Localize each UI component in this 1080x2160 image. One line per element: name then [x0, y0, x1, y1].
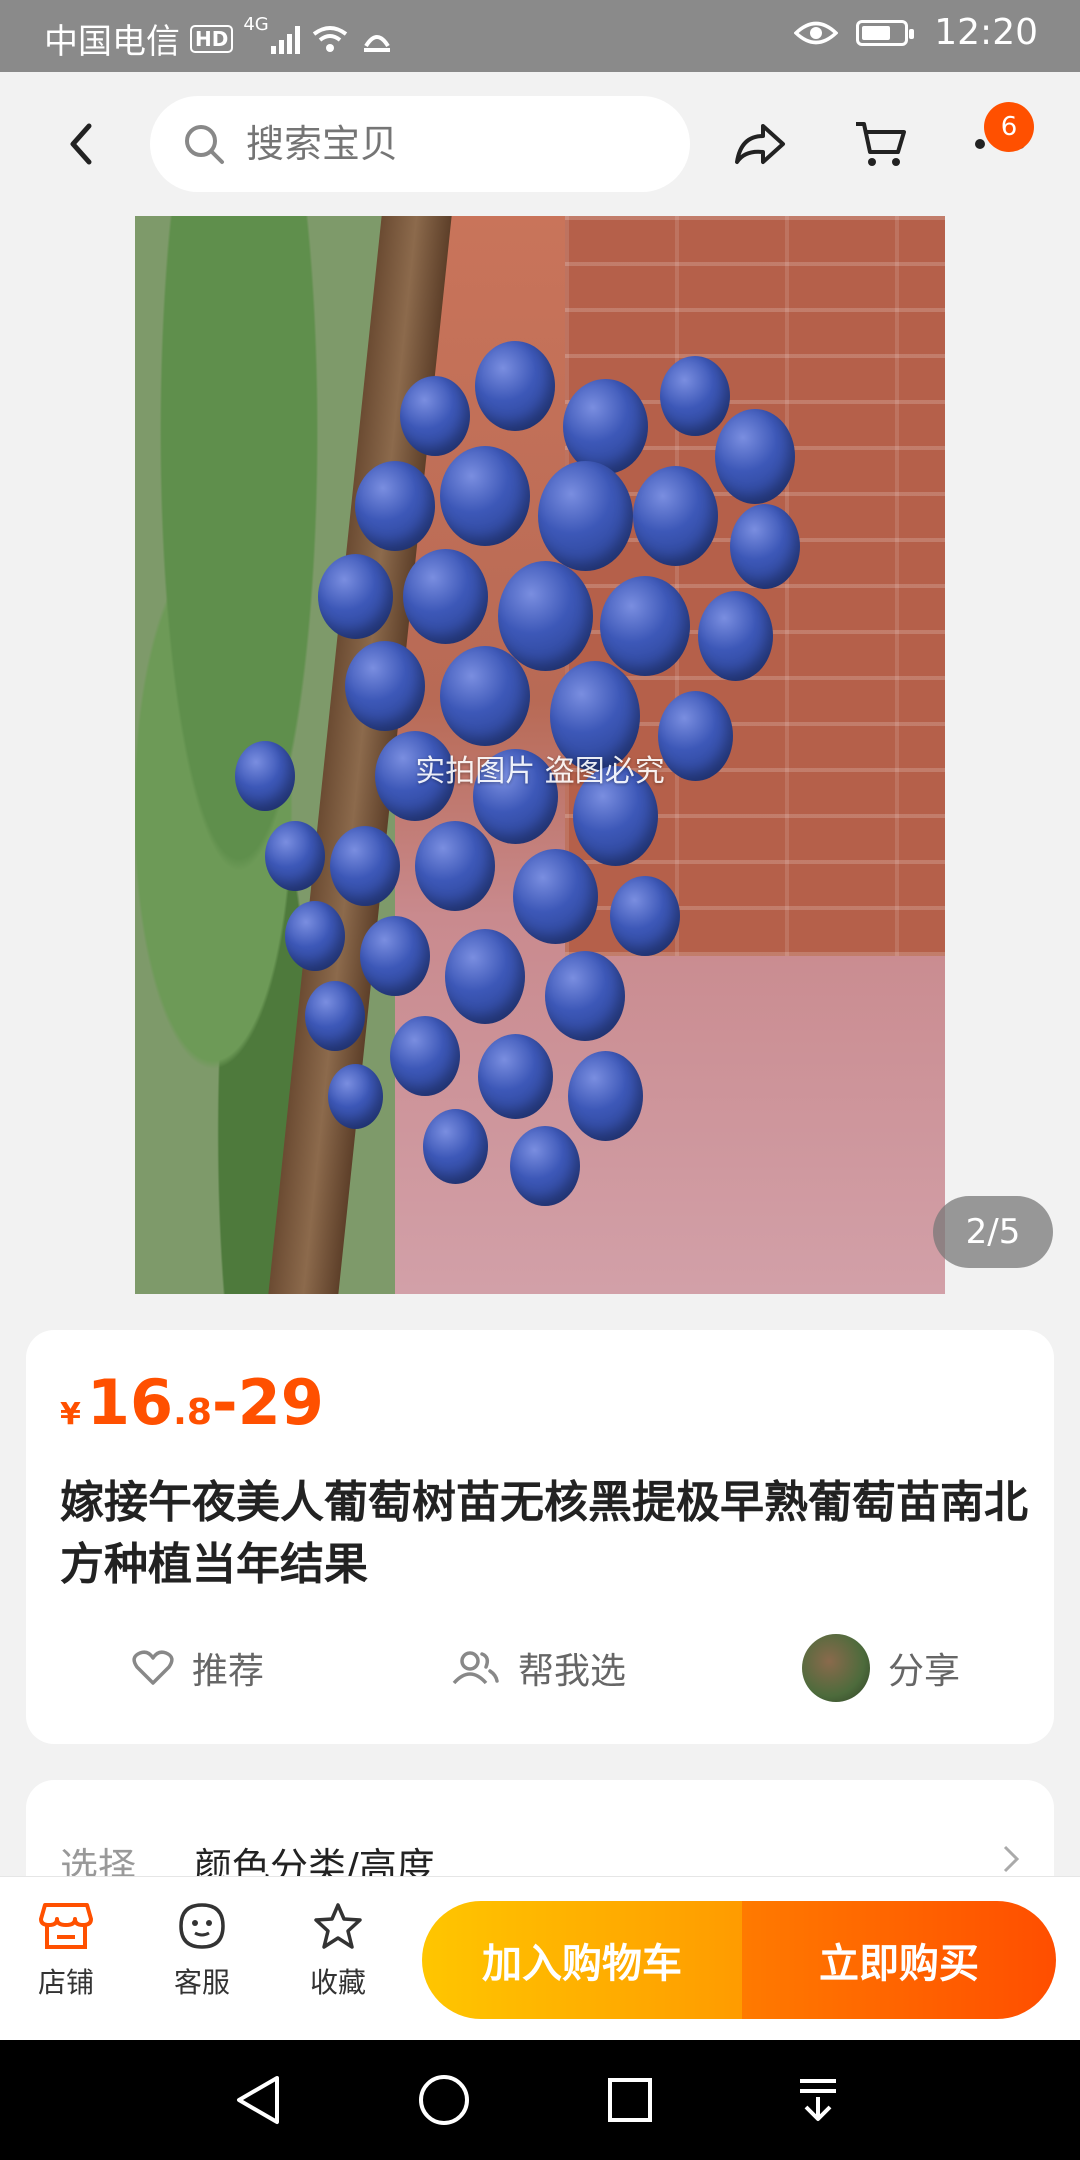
grape [445, 928, 525, 1024]
grape [285, 901, 345, 971]
grape [715, 408, 795, 504]
grape [475, 341, 555, 431]
grape [360, 916, 430, 996]
favorite-label: 收藏 [309, 1966, 366, 1999]
grape [512, 848, 598, 944]
star-icon [314, 1903, 362, 1949]
avatar [802, 1634, 870, 1702]
chat-face-icon [179, 1903, 225, 1949]
shop-label: 店铺 [37, 1966, 94, 1999]
product-info-card: ¥ 16 .8 -29 嫁接午夜美人葡萄树苗无核黑提极早熟葡萄苗南北方种植当年结… [26, 1330, 1054, 1744]
battery-icon [856, 19, 915, 46]
chevron-right-icon [1003, 1845, 1020, 1873]
favorite-tab[interactable]: 收藏 [288, 1901, 388, 2001]
grape [610, 876, 680, 956]
share-header-button[interactable] [728, 112, 792, 176]
back-button[interactable] [48, 112, 112, 176]
price-max: -29 [211, 1366, 324, 1439]
pull-down-icon [800, 2079, 836, 2121]
more-button[interactable]: 6 [968, 102, 1034, 176]
square-recent-icon [608, 2078, 652, 2122]
grape [440, 646, 530, 746]
service-label: 客服 [173, 1966, 230, 1999]
cart-icon [856, 122, 906, 166]
search-input[interactable] [244, 121, 668, 167]
eye-icon [794, 21, 839, 44]
triangle-back-icon [237, 2076, 279, 2124]
system-nav-bar [0, 2040, 1080, 2160]
nav-recent-button[interactable] [598, 2068, 662, 2132]
grape [567, 1051, 643, 1141]
grape [390, 1016, 460, 1096]
product-actions: 推荐 帮我选 分享 [26, 1630, 1054, 1706]
grape [422, 1108, 488, 1184]
carrier-label: 中国电信 [44, 22, 180, 62]
recommend-label: 推荐 [192, 1651, 265, 1692]
image-counter: 2/5 [933, 1196, 1053, 1268]
help-choose-label: 帮我选 [518, 1651, 627, 1692]
nav-notification-button[interactable] [786, 2068, 850, 2132]
grape [730, 503, 800, 589]
nav-back-button[interactable] [226, 2068, 290, 2132]
price-integer: 16 [86, 1366, 174, 1439]
share-button[interactable]: 分享 [802, 1630, 960, 1706]
search-bar[interactable] [150, 96, 690, 192]
store-icon [39, 1903, 93, 1949]
status-bar: 中国电信 HD 4G 12:20 [0, 0, 1080, 72]
top-header: 6 [0, 72, 1080, 216]
service-tab[interactable]: 客服 [152, 1901, 252, 2001]
price-currency: ¥ [60, 1397, 81, 1432]
grape [415, 821, 495, 911]
product-title: 嫁接午夜美人葡萄树苗无核黑提极早熟葡萄苗南北方种植当年结果 [60, 1477, 1028, 1590]
grape [345, 641, 425, 731]
grape [317, 553, 393, 639]
price-decimal: .8 [173, 1392, 212, 1433]
grape [265, 821, 325, 891]
product-image[interactable]: 实拍图片 盗图必究 [135, 216, 945, 1294]
status-right: 12:20 [794, 12, 1038, 53]
recommend-button[interactable]: 推荐 [132, 1630, 264, 1706]
grape [510, 1126, 580, 1206]
share-arrow-icon [735, 124, 785, 164]
network-label: 4G [243, 14, 269, 35]
message-badge: 6 [984, 102, 1034, 152]
shop-tab[interactable]: 店铺 [16, 1901, 116, 2001]
grape [660, 356, 730, 436]
grape [600, 576, 690, 676]
help-choose-button[interactable]: 帮我选 [450, 1630, 626, 1706]
grape [697, 591, 773, 681]
grape [537, 461, 633, 571]
grape [400, 376, 470, 456]
grape [440, 446, 530, 546]
wifi-icon [312, 25, 347, 52]
status-left: 中国电信 HD 4G [44, 14, 394, 63]
hd-icon: HD [190, 24, 234, 53]
search-icon [185, 125, 224, 164]
signal-icon [270, 24, 300, 54]
grape [402, 548, 488, 644]
alarm-icon [363, 34, 390, 52]
image-watermark: 实拍图片 盗图必究 [415, 754, 665, 789]
add-to-cart-button[interactable]: 加入购物车 [422, 1901, 742, 2019]
people-icon [452, 1651, 499, 1685]
grape [330, 826, 400, 906]
price: ¥ 16 .8 -29 [60, 1366, 324, 1439]
grape [632, 466, 718, 566]
share-label: 分享 [888, 1651, 961, 1692]
buy-now-button[interactable]: 立即购买 [742, 1901, 1056, 2019]
grape [477, 1033, 553, 1119]
clock: 12:20 [934, 12, 1038, 53]
grape [327, 1063, 383, 1129]
nav-home-button[interactable] [412, 2068, 476, 2132]
cart-button[interactable] [848, 112, 912, 176]
grape [562, 378, 648, 474]
grape [355, 461, 435, 551]
grape [305, 981, 365, 1051]
grape [545, 951, 625, 1041]
grape [497, 561, 593, 671]
chevron-left-icon [70, 123, 92, 165]
bottom-action-bar: 店铺 客服 收藏 加入购物车 立即购买 [0, 1876, 1080, 2041]
heart-icon [132, 1650, 174, 1685]
circle-home-icon [419, 2075, 469, 2125]
